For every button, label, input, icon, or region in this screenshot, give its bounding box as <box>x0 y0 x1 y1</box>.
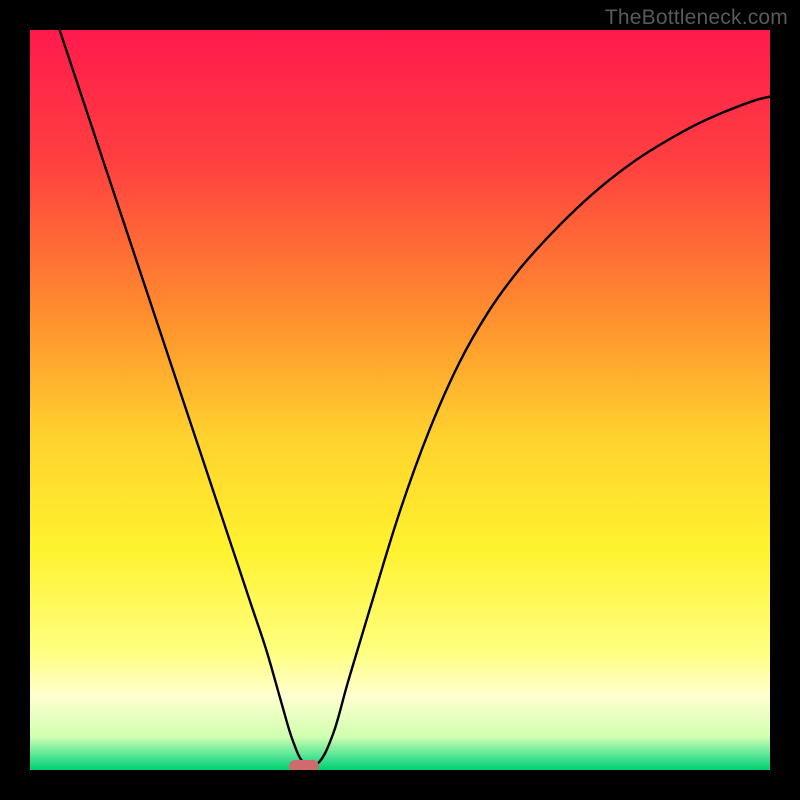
plot-area <box>30 30 770 770</box>
watermark-text: TheBottleneck.com <box>605 6 788 30</box>
minimum-marker <box>289 760 319 770</box>
bottleneck-curve <box>60 30 770 766</box>
chart-frame: TheBottleneck.com <box>0 0 800 800</box>
curve-layer <box>30 30 770 770</box>
